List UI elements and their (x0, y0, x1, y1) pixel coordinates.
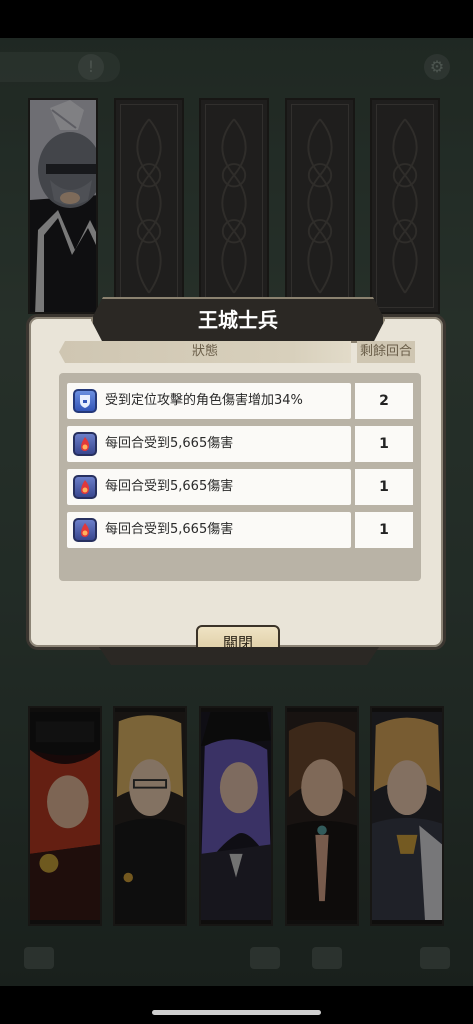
effect-turns: 2 (355, 383, 413, 419)
dialog-title: 王城士兵 (91, 297, 385, 343)
effect-turns: 1 (355, 426, 413, 462)
effect-text: 每回合受到5,665傷害 (105, 479, 234, 494)
effect-turns: 1 (355, 512, 413, 548)
effect-turns: 1 (355, 469, 413, 505)
hud-button-1 (24, 947, 54, 969)
bottom-hud (0, 933, 473, 983)
system-nav-bar (0, 986, 473, 1024)
dialog-bottom-ornament (99, 647, 379, 665)
header-remaining-turns: 剩餘回合 (357, 341, 415, 363)
effect-text: 每回合受到5,665傷害 (105, 436, 234, 451)
hud-button-2 (250, 947, 280, 969)
effect-row: 每回合受到5,665傷害 1 (67, 469, 413, 505)
effect-row: 每回合受到5,665傷害 1 (67, 512, 413, 548)
header-status: 狀態 (59, 341, 351, 363)
effect-row: 受到定位攻擊的角色傷害增加34% 2 (67, 383, 413, 419)
burn-icon (73, 432, 97, 456)
hud-button-4 (420, 947, 450, 969)
status-dialog: 王城士兵 狀態 剩餘回合 受到定位攻擊的角色傷害增加34% 2 每回合受到5,6… (26, 314, 446, 650)
effect-text: 受到定位攻擊的角色傷害增加34% (105, 393, 303, 408)
effect-text: 每回合受到5,665傷害 (105, 522, 234, 537)
home-gesture-handle[interactable] (152, 1010, 321, 1015)
effect-list: 受到定位攻擊的角色傷害增加34% 2 每回合受到5,665傷害 1 每回合受到5… (59, 373, 421, 581)
burn-icon (73, 475, 97, 499)
shield-debuff-icon (73, 389, 97, 413)
hud-button-3 (312, 947, 342, 969)
effect-row: 每回合受到5,665傷害 1 (67, 426, 413, 462)
burn-icon (73, 518, 97, 542)
